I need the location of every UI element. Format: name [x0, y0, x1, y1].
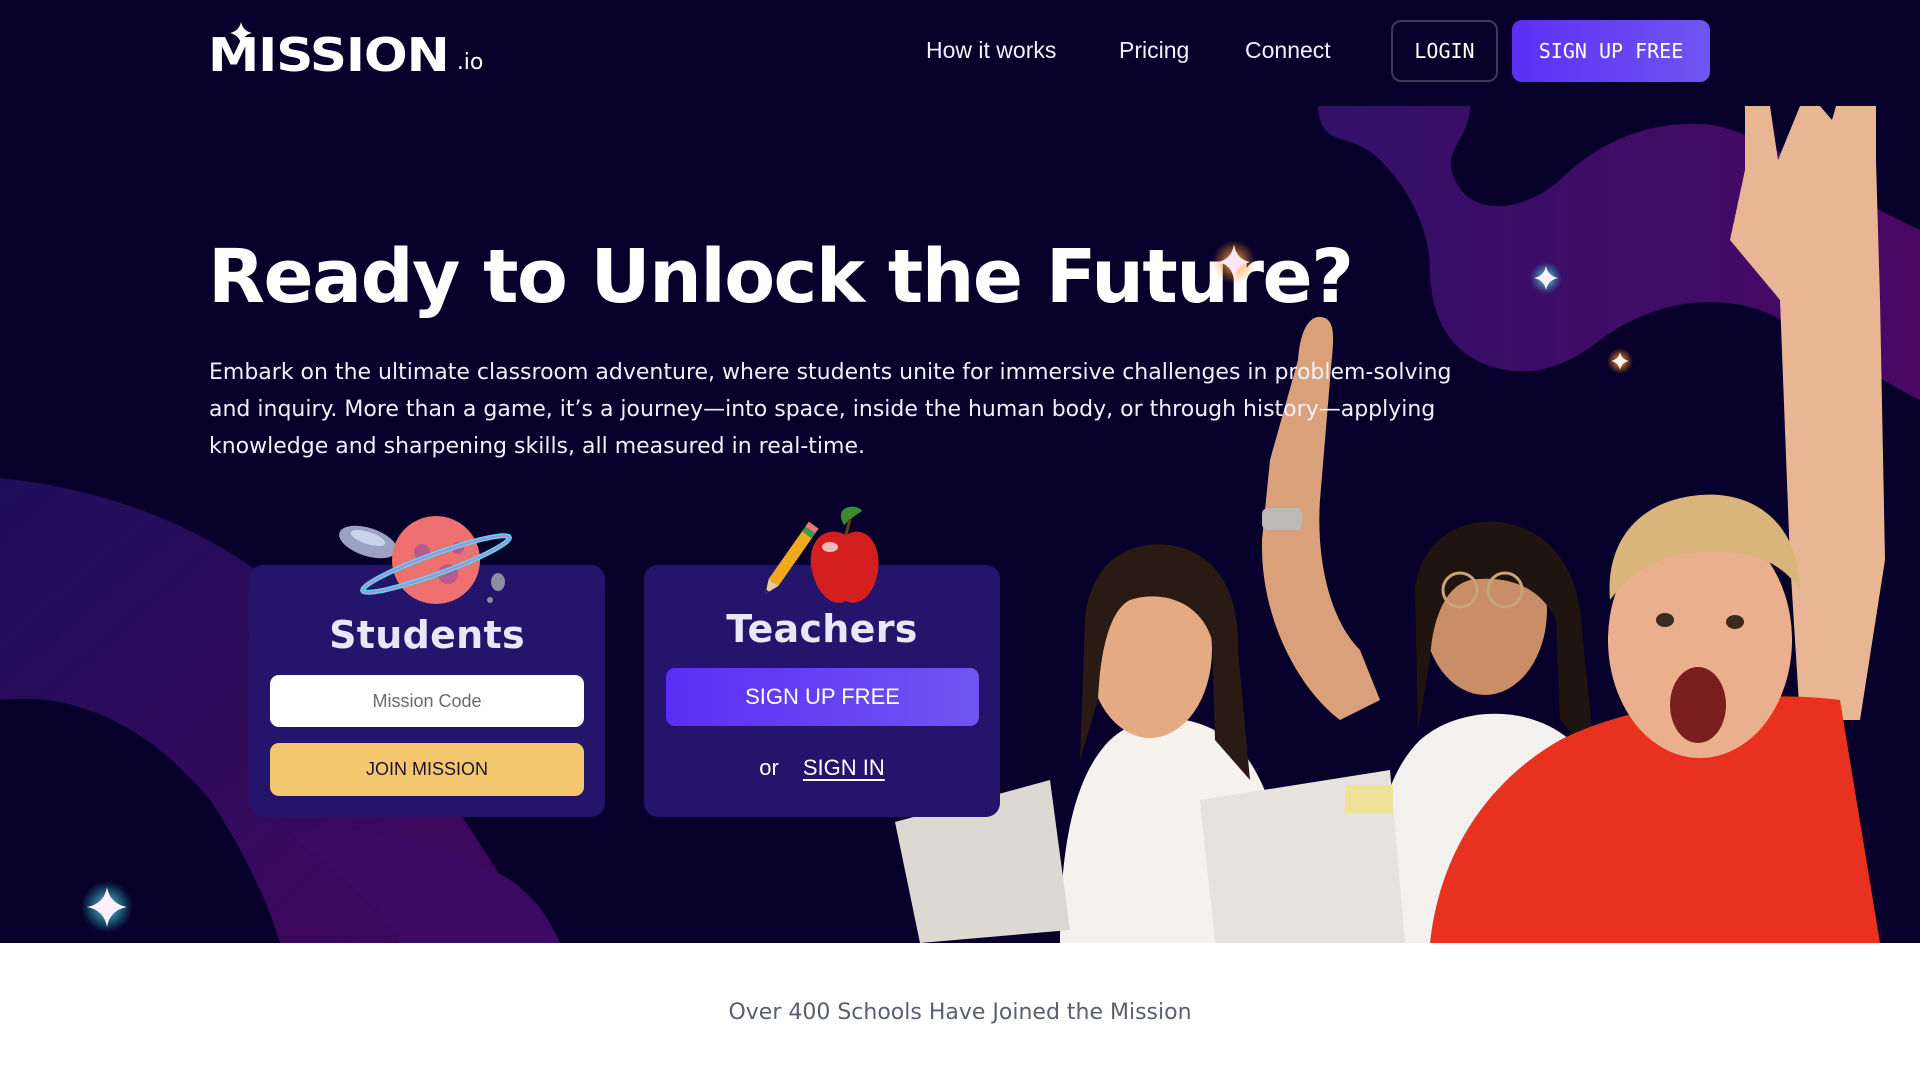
teacher-signup-button[interactable]: SIGN UP FREE — [666, 668, 979, 726]
or-label: or — [759, 755, 779, 780]
brand-suffix: .io — [456, 50, 484, 75]
brand-logo[interactable]: MISSION .io — [208, 22, 484, 82]
sparkle-heading-icon — [1212, 240, 1256, 284]
hero-title: Ready to Unlock the Future? — [208, 234, 1354, 320]
signup-free-nav-button[interactable]: SIGN UP FREE — [1512, 20, 1710, 82]
join-mission-button[interactable]: JOIN MISSION — [270, 743, 584, 796]
planet-ufo-icon — [339, 516, 512, 604]
sparkle-orange-icon — [1607, 348, 1633, 374]
nav-link-pricing[interactable]: Pricing — [1119, 34, 1189, 66]
sparkle-cyan-small-icon — [1530, 262, 1562, 294]
login-button[interactable]: LOGIN — [1391, 20, 1498, 82]
nav-link-how-it-works[interactable]: How it works — [926, 34, 1056, 66]
signin-row: or SIGN IN — [644, 755, 1000, 781]
apple-pencil-icon — [765, 506, 879, 603]
hero-intro: Embark on the ultimate classroom adventu… — [209, 360, 1452, 459]
brand-name: MISSION — [208, 28, 450, 82]
students-card-title: Students — [329, 613, 525, 657]
nav-link-connect[interactable]: Connect — [1245, 34, 1331, 66]
hero-section: MISSION .io How it works Pricing Connect… — [0, 0, 1920, 943]
teachers-card-title: Teachers — [726, 607, 918, 651]
schools-joined-heading: Over 400 Schools Have Joined the Mission — [728, 1000, 1192, 1025]
mission-code-input[interactable] — [270, 675, 584, 727]
sparkle-cyan-icon — [81, 881, 133, 933]
teacher-signin-link[interactable]: SIGN IN — [803, 755, 885, 781]
